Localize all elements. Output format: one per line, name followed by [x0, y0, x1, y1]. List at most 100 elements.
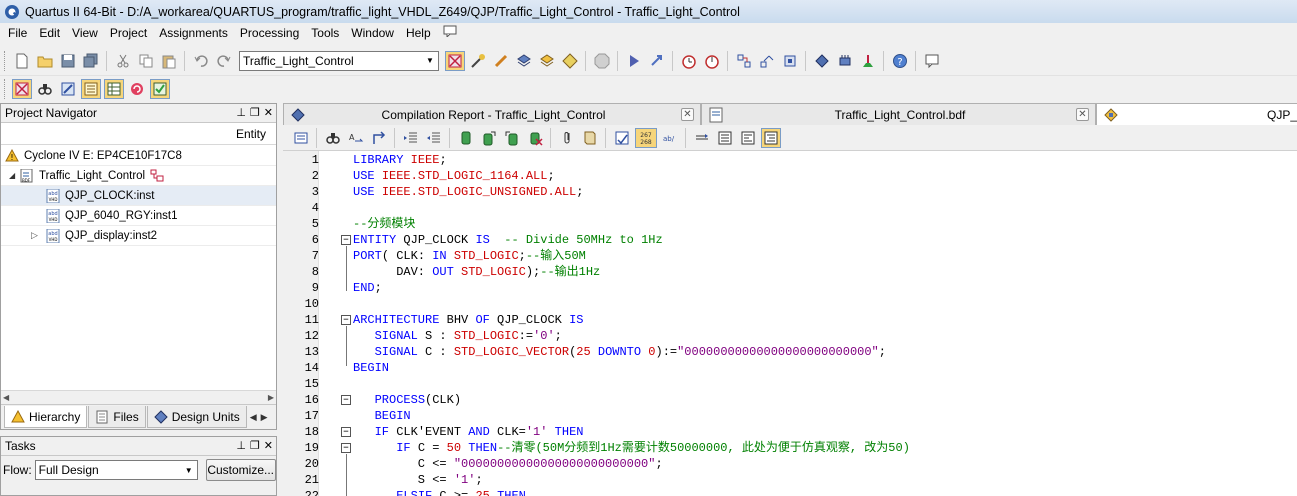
paste-icon[interactable]: [159, 51, 179, 71]
code-editor[interactable]: − − − − − 1 LIBRARY IEEE; 2 USE IEEE.STD_LO…: [283, 151, 1297, 496]
menu-window[interactable]: Window: [345, 23, 400, 43]
scroll-right-icon[interactable]: ▶: [268, 393, 274, 402]
save-all-icon[interactable]: [81, 51, 101, 71]
view-mode-1-icon[interactable]: [715, 128, 735, 148]
assignment-editor-icon[interactable]: [468, 51, 488, 71]
tab-design-units[interactable]: Design Units: [146, 406, 247, 428]
edit-icon[interactable]: [58, 79, 78, 99]
toolbar-grip[interactable]: [4, 50, 7, 71]
bookmark-icon[interactable]: [456, 128, 476, 148]
word-wrap-icon[interactable]: [692, 128, 712, 148]
tab-scroll-right-icon[interactable]: ▶: [261, 412, 268, 423]
tab-compilation-report[interactable]: Compilation Report - Traffic_Light_Contr…: [283, 103, 701, 125]
code-line[interactable]: 21 S <= '1';: [283, 472, 1297, 488]
open-folder-icon[interactable]: [35, 51, 55, 71]
clear-bookmarks-icon[interactable]: [525, 128, 545, 148]
programmer-icon[interactable]: [812, 51, 832, 71]
project-navigator-icon[interactable]: [444, 50, 465, 71]
code-line[interactable]: 14 BEGIN: [283, 360, 1297, 376]
design-partition-icon[interactable]: [537, 51, 557, 71]
find-icon[interactable]: [323, 128, 343, 148]
analysis-synthesis-icon[interactable]: [647, 51, 667, 71]
code-line[interactable]: 15: [283, 376, 1297, 392]
tasks-toggle-icon[interactable]: [80, 79, 101, 99]
undo-icon[interactable]: [191, 51, 211, 71]
menu-view[interactable]: View: [66, 23, 104, 43]
help-search-icon[interactable]: [437, 23, 463, 43]
prev-bookmark-icon[interactable]: [502, 128, 522, 148]
toolbar-grip[interactable]: [4, 79, 7, 99]
tree-row-instance[interactable]: abd VHD QJP_CLOCK:inst: [1, 186, 276, 206]
tree-row-instance[interactable]: ▷ abd VHD QJP_display:inst2: [1, 226, 276, 246]
indent-icon[interactable]: [401, 128, 421, 148]
pin-planner-icon[interactable]: [491, 51, 511, 71]
help-icon[interactable]: ?: [890, 51, 910, 71]
new-file-icon[interactable]: [12, 51, 32, 71]
code-line[interactable]: 5 --分频模块: [283, 216, 1297, 232]
code-line[interactable]: 4: [283, 200, 1297, 216]
tab-hierarchy[interactable]: Hierarchy: [4, 406, 88, 428]
find-replace-icon[interactable]: A: [346, 128, 366, 148]
menu-help[interactable]: Help: [400, 23, 437, 43]
tab-bdf[interactable]: Traffic_Light_Control.bdf ✕: [701, 103, 1096, 125]
chevron-down-icon[interactable]: ▼: [181, 461, 197, 479]
tab-vhdl[interactable]: QJP_: [1096, 103, 1297, 125]
tcl-console-icon[interactable]: [858, 51, 878, 71]
netlist-viewer-icon[interactable]: [560, 51, 580, 71]
project-navigator-toggle-icon[interactable]: [11, 79, 32, 99]
expand-arrow-icon[interactable]: ▷: [31, 230, 41, 241]
chip-planner-icon[interactable]: [514, 51, 534, 71]
menu-processing[interactable]: Processing: [234, 23, 305, 43]
code-line[interactable]: 12 SIGNAL S : STD_LOGIC:='0';: [283, 328, 1297, 344]
customize-button[interactable]: Customize...: [205, 459, 276, 481]
code-line[interactable]: 16 PROCESS(CLK): [283, 392, 1297, 408]
code-line[interactable]: 10: [283, 296, 1297, 312]
horizontal-scrollbar[interactable]: ◀ ▶: [1, 390, 276, 404]
tree-row-device[interactable]: ! Cyclone IV E: EP4CE10F17C8: [1, 146, 276, 166]
menu-file[interactable]: File: [2, 23, 33, 43]
view-mode-3-icon[interactable]: [760, 127, 781, 148]
next-bookmark-icon[interactable]: [479, 128, 499, 148]
unindent-icon[interactable]: [424, 128, 444, 148]
entity-column-header[interactable]: Entity: [1, 123, 276, 145]
code-line[interactable]: 17 BEGIN: [283, 408, 1297, 424]
technology-map-icon[interactable]: [757, 51, 777, 71]
close-icon[interactable]: ✕: [264, 439, 273, 452]
timing-analyzer-icon[interactable]: [679, 51, 699, 71]
copy-icon[interactable]: [136, 51, 156, 71]
pin-icon[interactable]: ⊥: [236, 439, 246, 452]
rtl-viewer-icon[interactable]: [734, 51, 754, 71]
cut-icon[interactable]: [113, 51, 133, 71]
code-line[interactable]: 7 PORT( CLK: IN STD_LOGIC;--输入50M: [283, 248, 1297, 264]
code-line[interactable]: 2 USE IEEE.STD_LOGIC_1164.ALL;: [283, 168, 1297, 184]
view-mode-2-icon[interactable]: [738, 128, 758, 148]
attachment-icon[interactable]: [557, 128, 577, 148]
tree-row-instance[interactable]: abd VHD QJP_6040_RGY:inst1: [1, 206, 276, 226]
tab-files[interactable]: Files: [88, 406, 146, 428]
close-tab-icon[interactable]: ✕: [1076, 108, 1089, 121]
code-line[interactable]: 22 ELSIF C >= 25 THEN: [283, 488, 1297, 496]
code-line[interactable]: 18 IF CLK'EVENT AND CLK='1' THEN: [283, 424, 1297, 440]
code-line[interactable]: 19 IF C = 50 THEN--清零(50M分频到1Hz需要计数50000…: [283, 440, 1297, 456]
pin-icon[interactable]: ⊥: [236, 106, 246, 119]
flow-select[interactable]: Full Design ▼: [34, 460, 198, 480]
menu-tools[interactable]: Tools: [305, 23, 345, 43]
chip-viewer-icon[interactable]: [780, 51, 800, 71]
restore-icon[interactable]: ❐: [250, 106, 260, 119]
spell-check-icon[interactable]: ab/: [660, 128, 680, 148]
line-numbers-icon[interactable]: 267 268: [634, 127, 657, 148]
code-line[interactable]: 6 ENTITY QJP_CLOCK IS -- Divide 50MHz to …: [283, 232, 1297, 248]
menu-project[interactable]: Project: [104, 23, 153, 43]
code-line[interactable]: 13 SIGNAL C : STD_LOGIC_VECTOR(25 DOWNTO…: [283, 344, 1297, 360]
code-line[interactable]: 20 C <= "00000000000000000000000000";: [283, 456, 1297, 472]
scroll-left-icon[interactable]: ◀: [3, 393, 9, 402]
menu-assignments[interactable]: Assignments: [153, 23, 234, 43]
code-line[interactable]: 11 ARCHITECTURE BHV OF QJP_CLOCK IS: [283, 312, 1297, 328]
open-template-icon[interactable]: [291, 128, 311, 148]
node-finder-icon[interactable]: [35, 79, 55, 99]
close-icon[interactable]: ✕: [264, 106, 273, 119]
timequest-icon[interactable]: [702, 51, 722, 71]
status-icon[interactable]: [127, 79, 147, 99]
stop-icon[interactable]: [592, 51, 612, 71]
signaltap-icon[interactable]: [835, 51, 855, 71]
